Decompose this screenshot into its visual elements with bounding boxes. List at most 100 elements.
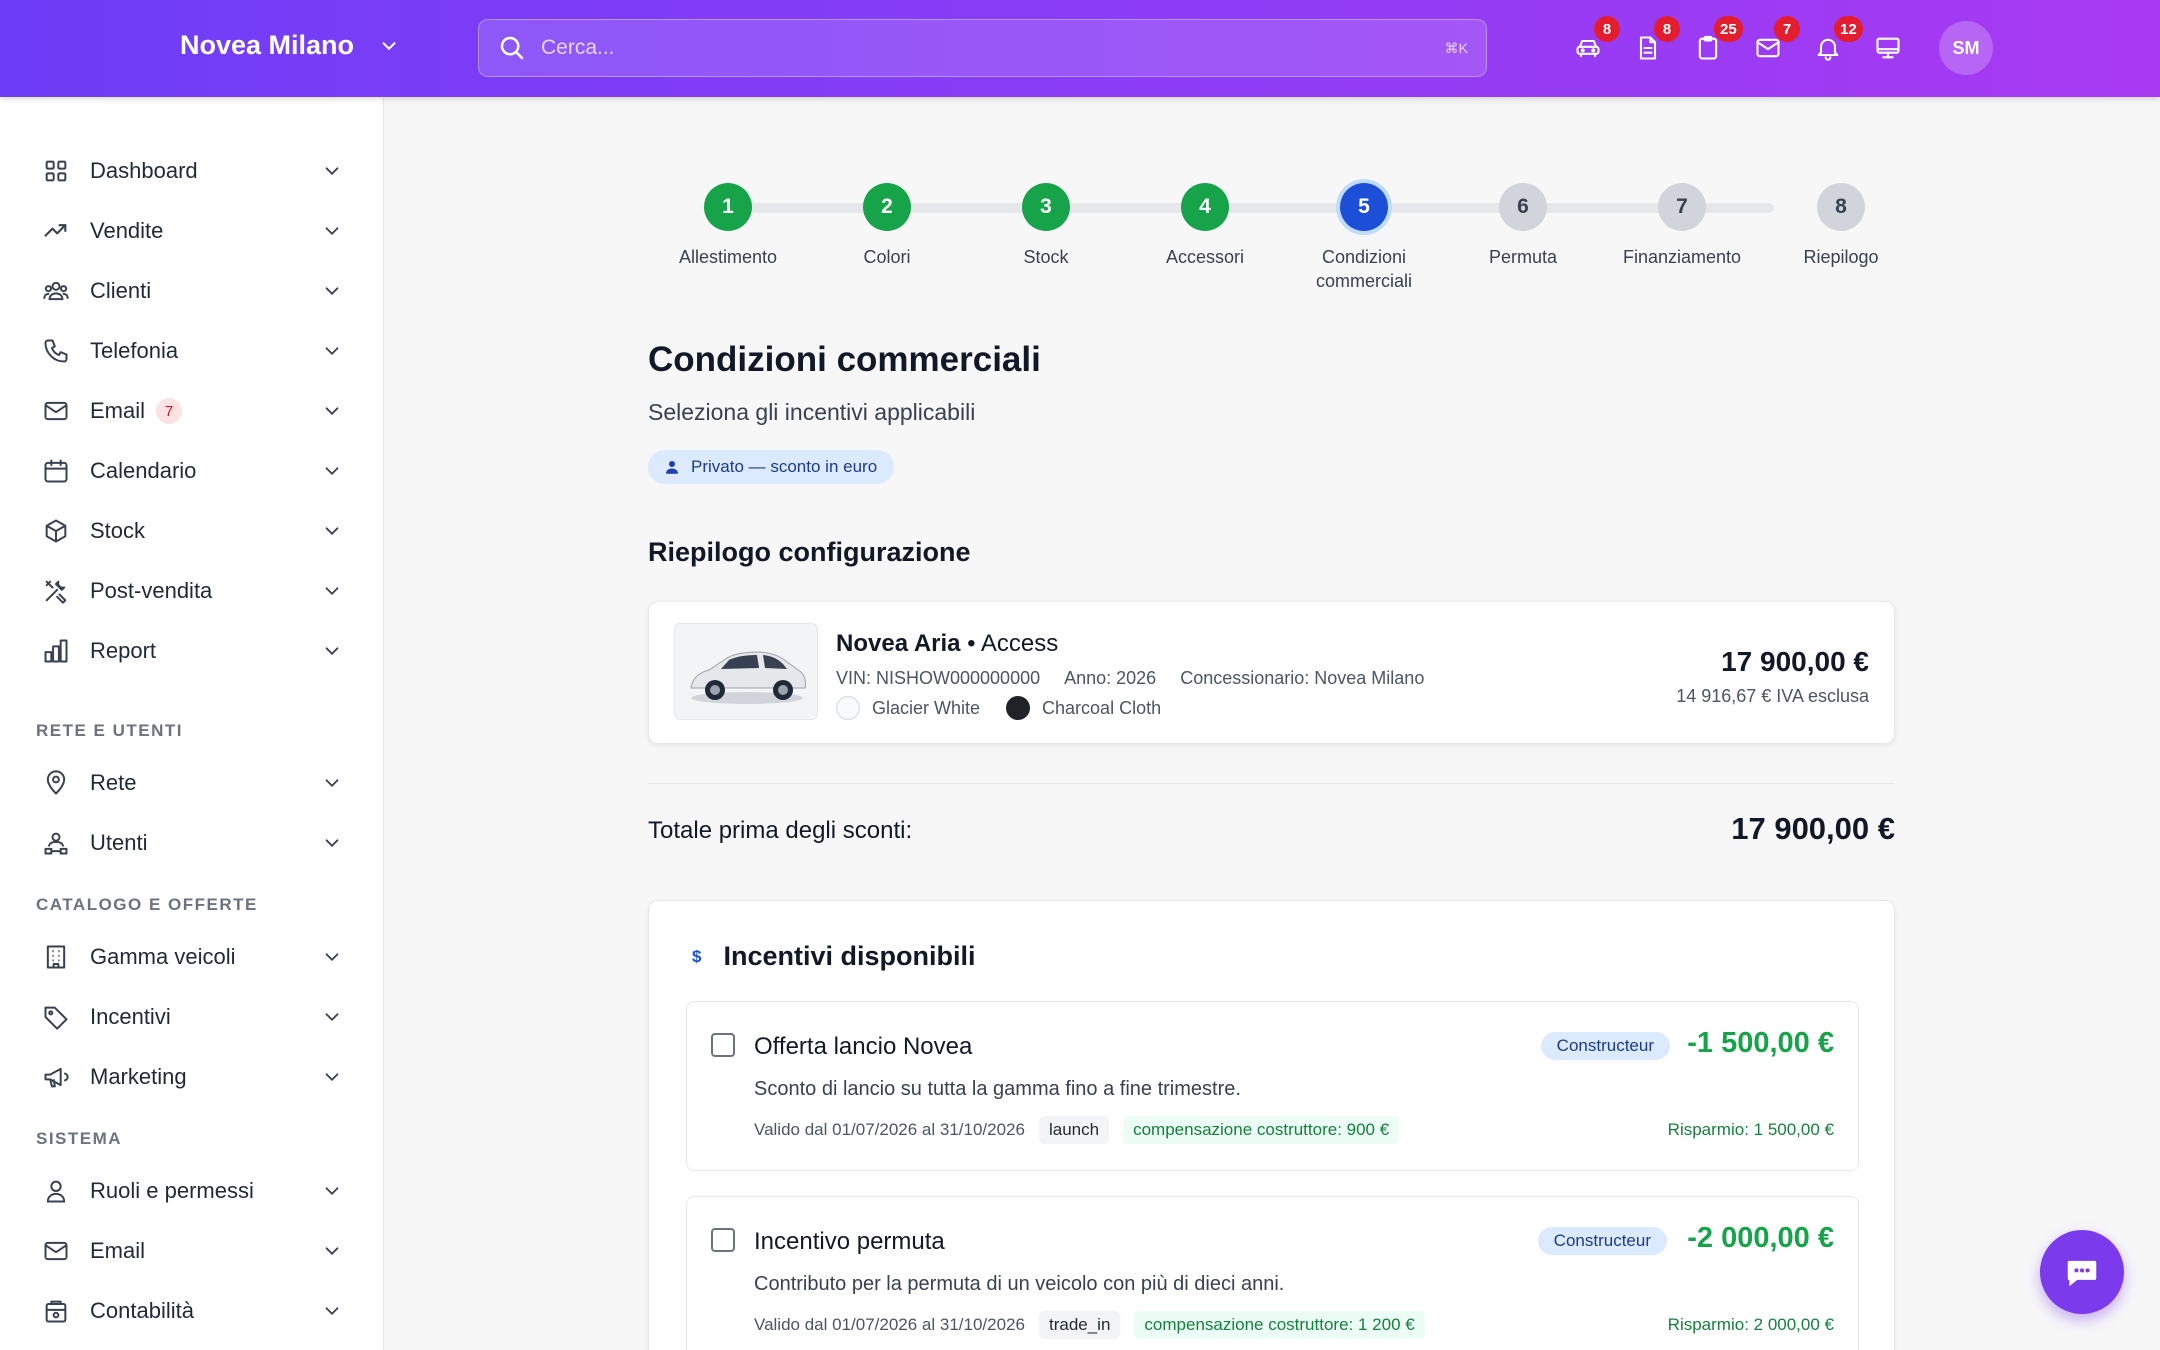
user-avatar[interactable]: SM	[1939, 21, 1993, 75]
sidebar-item-stock[interactable]: Stock	[0, 503, 384, 559]
step-3[interactable]: 3 Stock	[966, 179, 1126, 269]
chat-icon	[2067, 1260, 2097, 1287]
tag-icon	[44, 1006, 68, 1030]
incentives-panel: $ Incentivi disponibili Offerta lancio N…	[648, 900, 1895, 1350]
step-8[interactable]: 8 Riepilogo	[1761, 179, 1921, 269]
vehicle-dealer: Concessionario: Novea Milano	[1180, 668, 1425, 688]
offer-compensation: compensazione costruttore: 900 €	[1123, 1116, 1400, 1144]
step-label: Stock	[1023, 247, 1069, 267]
sidebar-item-post-vendita[interactable]: Post-vendita	[0, 563, 384, 619]
search-icon	[500, 36, 524, 60]
offer-checkbox[interactable]	[711, 1228, 735, 1252]
car-icon-button[interactable]: 8	[1572, 16, 1620, 70]
chevron-down-icon	[325, 953, 339, 962]
sidebar: Dashboard Vendite Clienti Telefonia Emai…	[0, 97, 384, 1350]
sidebar-item-email[interactable]: Email 7	[0, 383, 384, 439]
step-circle: 7	[1658, 183, 1706, 231]
sidebar-item-report[interactable]: Report	[0, 623, 384, 679]
car-badge: 8	[1594, 16, 1620, 42]
step-circle: 5	[1340, 183, 1388, 231]
offer-validity: Valido dal 01/07/2026 al 31/10/2026	[754, 1120, 1025, 1139]
monitor-icon	[1876, 37, 1900, 59]
step-2[interactable]: 2 Colori	[807, 179, 967, 269]
offer-footer: Valido dal 01/07/2026 al 31/10/2026 laun…	[754, 1116, 1400, 1144]
offer-checkbox[interactable]	[711, 1033, 735, 1057]
step-circle: 1	[704, 183, 752, 231]
step-7[interactable]: 7 Finanziamento	[1602, 179, 1762, 269]
brand-switcher[interactable]: Novea Milano	[180, 30, 400, 61]
box-icon	[45, 519, 67, 543]
model-name: Novea Aria	[836, 630, 961, 657]
offer-source-tag: Constructeur	[1537, 1227, 1667, 1255]
step-1[interactable]: 1 Allestimento	[648, 179, 808, 269]
step-label: Allestimento	[678, 247, 778, 267]
search-bar[interactable]: ⌘K	[478, 19, 1487, 77]
map-pin-icon	[46, 770, 66, 795]
email-count-badge: 7	[156, 398, 182, 424]
step-label: Condizioni commerciali	[1315, 247, 1412, 291]
offer-source-tag: Constructeur	[1540, 1032, 1670, 1060]
step-circle: 6	[1499, 183, 1547, 231]
sidebar-item-calendario[interactable]: Calendario	[0, 443, 384, 499]
car-image	[675, 624, 817, 719]
sidebar-item-label: Report	[90, 638, 157, 663]
sidebar-item-label: Utenti	[90, 830, 148, 855]
chevron-down-icon	[325, 1013, 339, 1022]
summary-title: Riepilogo configurazione	[648, 537, 971, 567]
step-4[interactable]: 4 Accessori	[1125, 179, 1285, 269]
model-trim: Access	[980, 630, 1059, 657]
sidebar-item-marketing[interactable]: Marketing	[0, 1049, 384, 1105]
document-icon-button[interactable]: 8	[1632, 16, 1680, 70]
document-badge: 8	[1654, 16, 1680, 42]
interior-color: Charcoal Cloth	[1006, 696, 1161, 720]
mail-badge: 7	[1774, 16, 1800, 42]
incentive-offer[interactable]: Incentivo permuta Constructeur -2 000,00…	[686, 1196, 1859, 1350]
vehicle-year: Anno: 2026	[1064, 668, 1157, 688]
vehicle-thumbnail	[674, 623, 818, 720]
step-label: Colori	[863, 247, 911, 267]
sidebar-item-vendite[interactable]: Vendite	[0, 203, 384, 259]
search-input[interactable]	[541, 36, 1445, 60]
monitor-icon-button[interactable]	[1872, 26, 1904, 70]
sidebar-item-incentivi[interactable]: Incentivi	[0, 989, 384, 1045]
chat-button[interactable]	[2040, 1230, 2124, 1314]
sidebar-item-gamma-veicoli[interactable]: Gamma veicoli	[0, 929, 384, 985]
chevron-down-icon	[325, 467, 339, 476]
chevron-down-icon	[325, 1187, 339, 1196]
sidebar-item-rete[interactable]: Rete	[0, 755, 384, 811]
chevron-down-icon	[325, 839, 339, 848]
sidebar-item-ruoli-permessi[interactable]: Ruoli e permessi	[0, 1163, 384, 1219]
step-6[interactable]: 6 Permuta	[1443, 179, 1603, 269]
sidebar-item-email-sistema[interactable]: Email	[0, 1223, 384, 1279]
bell-icon-button[interactable]: 12	[1812, 16, 1863, 70]
calendar-icon	[44, 459, 68, 483]
search-shortcut: ⌘K	[1444, 39, 1468, 56]
clipboard-icon-button[interactable]: 25	[1692, 16, 1743, 70]
main-content: 1 Allestimento 2 Colori 3 Stock 4 Access…	[385, 97, 2160, 1350]
sidebar-item-contabilita[interactable]: Contabilità	[0, 1283, 384, 1339]
step-label: Accessori	[1165, 247, 1245, 267]
sidebar-item-label: Clienti	[90, 278, 152, 303]
chevron-down-icon	[325, 1247, 339, 1256]
offer-amount: -1 500,00 €	[1687, 1027, 1834, 1059]
users-icon	[43, 281, 69, 301]
step-5[interactable]: 5 Condizioni commerciali	[1284, 179, 1444, 293]
offer-saving: Risparmio: 2 000,00 €	[1667, 1315, 1834, 1334]
sidebar-item-telefonia[interactable]: Telefonia	[0, 323, 384, 379]
safe-icon	[45, 1300, 67, 1323]
sidebar-item-label: Dashboard	[90, 158, 198, 183]
sidebar-item-utenti[interactable]: Utenti	[0, 815, 384, 871]
building-icon	[46, 945, 66, 969]
color-swatch	[1006, 696, 1031, 720]
top-bar: Novea Milano ⌘K 8 8 25 7 12 SM	[0, 0, 2160, 97]
incentive-offer[interactable]: Offerta lancio Novea Constructeur -1 500…	[686, 1001, 1859, 1171]
sidebar-item-clienti[interactable]: Clienti	[0, 263, 384, 319]
customer-type-chip: Privato — sconto in euro	[648, 450, 895, 484]
trend-up-icon	[44, 224, 67, 237]
sidebar-item-dashboard[interactable]: Dashboard	[0, 143, 384, 199]
sidebar-item-label: Post-vendita	[90, 578, 213, 603]
chevron-down-icon	[325, 347, 339, 356]
step-circle: 4	[1181, 183, 1229, 231]
offer-code: trade_in	[1038, 1311, 1121, 1339]
mail-icon-button[interactable]: 7	[1752, 16, 1800, 70]
